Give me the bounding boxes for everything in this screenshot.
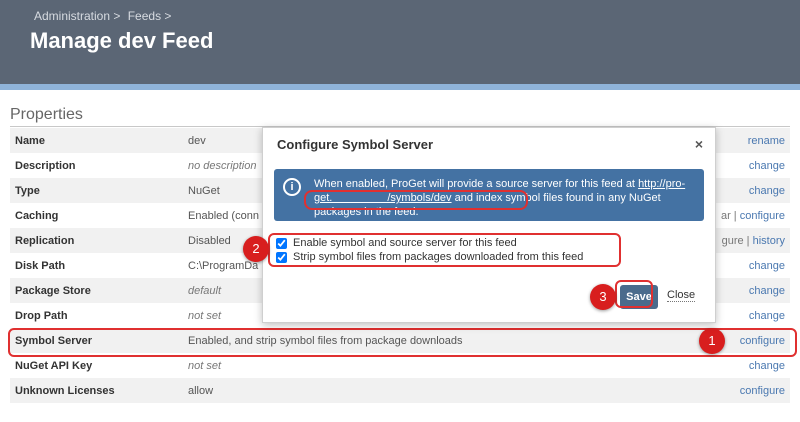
save-button-highlight [615, 280, 653, 308]
close-icon[interactable]: × [695, 136, 703, 152]
row-key: Name [10, 128, 183, 153]
header-accent-bar [0, 84, 800, 90]
configure-link[interactable]: configure [670, 378, 790, 403]
url-link-highlight [304, 190, 528, 210]
annotation-marker-3: 3 [590, 284, 616, 310]
annotation-marker-1: 1 [699, 328, 725, 354]
row-key: Package Store [10, 278, 183, 303]
close-button[interactable]: Close [667, 289, 696, 302]
breadcrumb-administration[interactable]: Administration > [34, 9, 120, 23]
breadcrumb: Administration > Feeds > [34, 9, 175, 23]
page-title: Manage dev Feed [30, 28, 214, 53]
row-key: Disk Path [10, 253, 183, 278]
info-icon: i [283, 178, 301, 196]
row-key: Caching [10, 203, 183, 228]
annotation-marker-2: 2 [243, 236, 269, 262]
row-key: Drop Path [10, 303, 183, 328]
row-value: allow [183, 378, 670, 403]
breadcrumb-feeds[interactable]: Feeds > [128, 9, 172, 23]
row-key: Replication [10, 228, 183, 253]
dialog-title: Configure Symbol Server [277, 137, 434, 152]
row-key: Description [10, 153, 183, 178]
properties-heading: Properties [10, 106, 83, 123]
symbol-server-row-highlight [8, 328, 797, 357]
options-highlight [268, 233, 621, 267]
table-row: Unknown Licenses allow configure [10, 378, 790, 403]
row-key: Unknown Licenses [10, 378, 183, 403]
row-key: Type [10, 178, 183, 203]
